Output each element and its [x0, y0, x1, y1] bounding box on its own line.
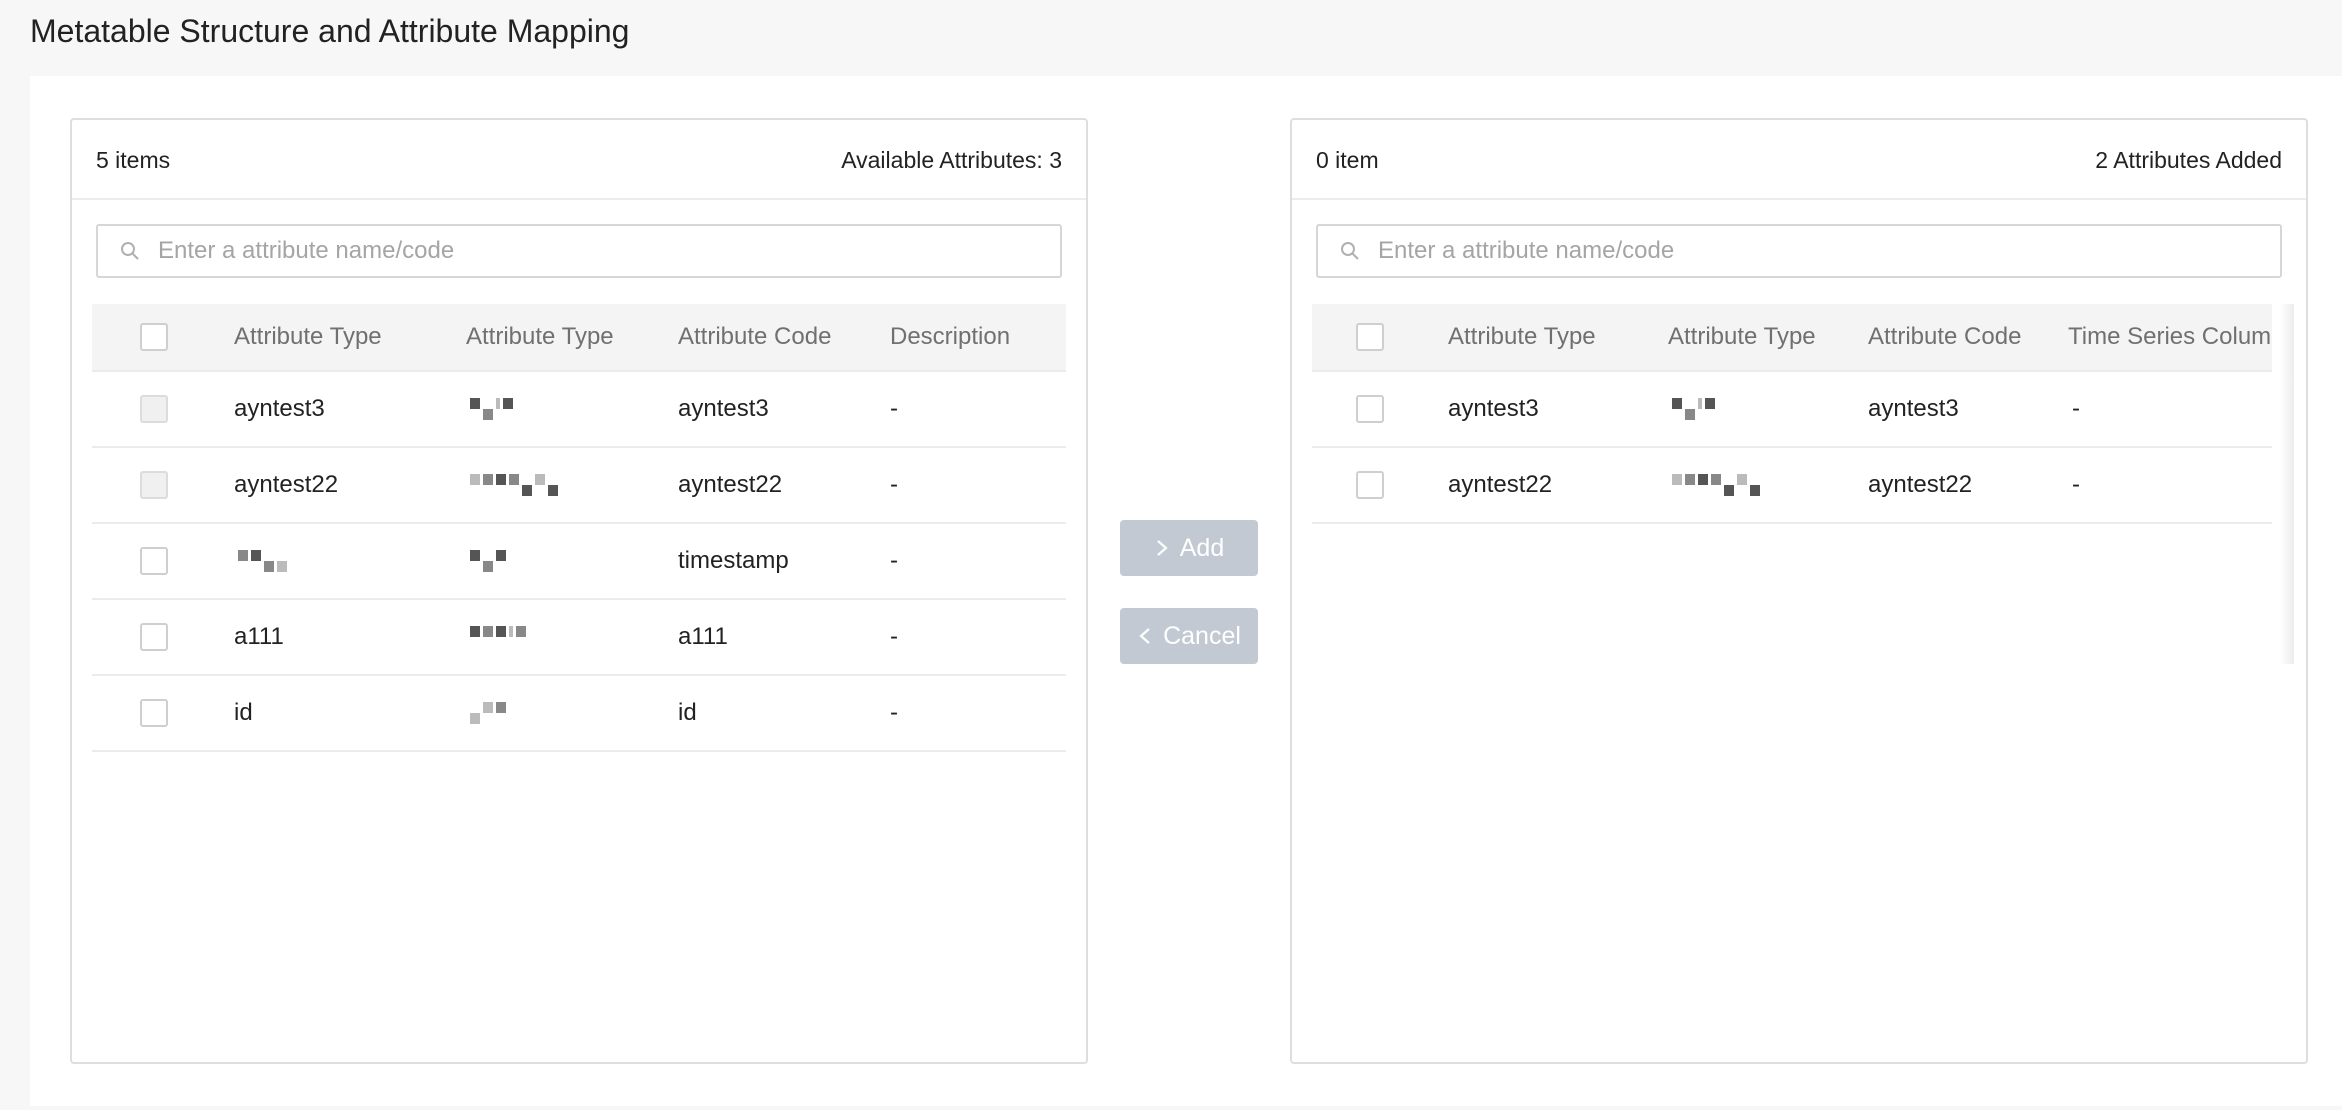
- row-checkbox[interactable]: [1356, 471, 1384, 499]
- row-description: -: [890, 699, 898, 726]
- table-row[interactable]: ayntest3 ayntest3 -: [92, 372, 1066, 448]
- row-attribute-code: ayntest22: [1868, 471, 1973, 498]
- table-row[interactable]: id id -: [92, 676, 1066, 752]
- horizontal-scroll-indicator: [2280, 304, 2294, 664]
- row-attribute-type: a111: [234, 623, 284, 650]
- add-button[interactable]: Add: [1120, 520, 1258, 576]
- table-header: Attribute Type Attribute Type Attribute …: [92, 304, 1066, 372]
- search-box[interactable]: [96, 224, 1062, 278]
- added-attributes-panel: 0 item 2 Attributes Added Attribute Type…: [1290, 118, 2308, 1064]
- row-time-series: -: [2072, 395, 2080, 422]
- search-input[interactable]: [158, 226, 1038, 276]
- column-header-description: Description: [890, 323, 1011, 350]
- redacted-value: [1672, 474, 1760, 496]
- table-header: Attribute Type Attribute Type Attribute …: [1312, 304, 2272, 372]
- table-row[interactable]: ayntest22 ayntest22 -: [1312, 448, 2272, 524]
- row-attribute-type: ayntest22: [234, 471, 339, 498]
- select-all-checkbox[interactable]: [1356, 323, 1384, 351]
- column-header-attribute-code: Attribute Code: [678, 323, 832, 350]
- available-attributes-summary: Available Attributes: 3: [841, 147, 1062, 173]
- row-attribute-type: ayntest3: [234, 395, 325, 422]
- panel-header: 5 items Available Attributes: 3: [72, 120, 1086, 200]
- row-attribute-type: ayntest22: [1448, 471, 1553, 498]
- row-checkbox: [140, 395, 168, 423]
- item-count: 0 item: [1316, 147, 1379, 173]
- column-header-attribute-code: Attribute Code: [1868, 323, 2022, 350]
- column-header-time-series: Time Series Column: [2068, 323, 2272, 350]
- row-time-series: -: [2072, 471, 2080, 498]
- column-header-attribute-type: Attribute Type: [234, 323, 382, 350]
- search-icon: [121, 242, 139, 260]
- redacted-value: [470, 474, 558, 496]
- redacted-value: [470, 702, 506, 724]
- row-checkbox: [140, 471, 168, 499]
- row-description: -: [890, 547, 898, 574]
- page-title: Metatable Structure and Attribute Mappin…: [30, 13, 630, 49]
- row-description: -: [890, 623, 898, 650]
- row-attribute-type: id: [234, 699, 253, 726]
- table-row[interactable]: ayntest22 ayntest22 -: [92, 448, 1066, 524]
- redacted-value: [470, 626, 526, 648]
- redacted-value: [470, 550, 506, 572]
- column-header-attribute-type-2: Attribute Type: [1668, 323, 1816, 350]
- available-attributes-panel: 5 items Available Attributes: 3 Attribut…: [70, 118, 1088, 1064]
- row-attribute-code: id: [678, 699, 697, 726]
- table-row[interactable]: a111 a111 -: [92, 600, 1066, 676]
- row-checkbox[interactable]: [140, 623, 168, 651]
- row-checkbox[interactable]: [140, 547, 168, 575]
- redacted-value: [1672, 398, 1715, 420]
- search-input[interactable]: [1378, 226, 2258, 276]
- panel-header: 0 item 2 Attributes Added: [1292, 120, 2306, 200]
- row-attribute-type: ayntest3: [1448, 395, 1539, 422]
- select-all-checkbox[interactable]: [140, 323, 168, 351]
- row-checkbox[interactable]: [140, 699, 168, 727]
- cancel-button[interactable]: Cancel: [1120, 608, 1258, 664]
- search-icon: [1341, 242, 1359, 260]
- attribute-table: Attribute Type Attribute Type Attribute …: [92, 304, 1066, 752]
- row-description: -: [890, 395, 898, 422]
- row-attribute-code: ayntest3: [1868, 395, 1959, 422]
- chevron-right-icon: [1157, 540, 1168, 556]
- row-checkbox[interactable]: [1356, 395, 1384, 423]
- chevron-left-icon: [1139, 628, 1150, 644]
- row-description: -: [890, 471, 898, 498]
- redacted-value: [238, 550, 287, 572]
- row-attribute-code: ayntest22: [678, 471, 783, 498]
- attribute-table: Attribute Type Attribute Type Attribute …: [1312, 304, 2272, 524]
- row-attribute-code: ayntest3: [678, 395, 769, 422]
- row-attribute-code: a111: [678, 623, 728, 650]
- table-row[interactable]: ayntest3 ayntest3 -: [1312, 372, 2272, 448]
- item-count: 5 items: [96, 147, 171, 173]
- redacted-value: [470, 398, 513, 420]
- added-attributes-summary: 2 Attributes Added: [2095, 147, 2282, 173]
- cancel-button-label: Cancel: [1163, 621, 1241, 650]
- table-row[interactable]: timestamp -: [92, 524, 1066, 600]
- add-button-label: Add: [1179, 533, 1225, 562]
- column-header-attribute-type: Attribute Type: [1448, 323, 1596, 350]
- row-attribute-code: timestamp: [678, 547, 789, 574]
- search-box[interactable]: [1316, 224, 2282, 278]
- column-header-attribute-type-2: Attribute Type: [466, 323, 614, 350]
